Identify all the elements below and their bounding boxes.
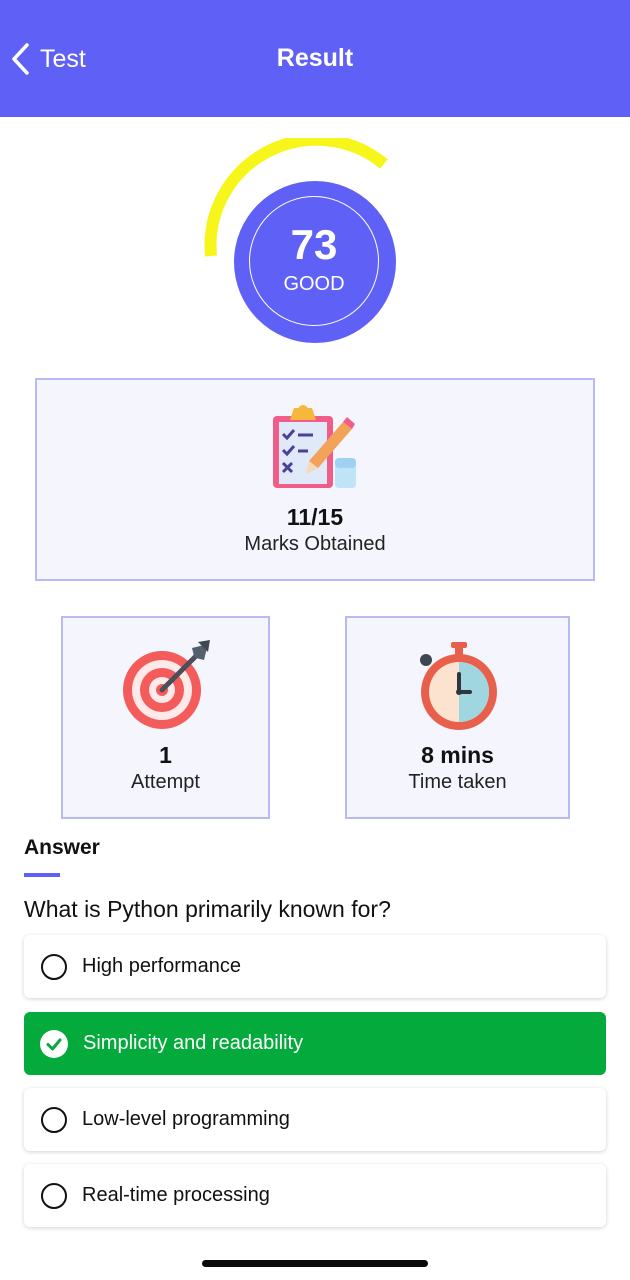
- target-dart-icon: [122, 640, 210, 729]
- answer-option-label: High performance: [82, 955, 241, 977]
- question-text: What is Python primarily known for?: [24, 896, 391, 922]
- marks-label: Marks Obtained: [244, 533, 386, 555]
- time-taken-card: 8 mins Time taken: [345, 616, 570, 819]
- marks-obtained-card: 11/15 Marks Obtained: [35, 378, 595, 581]
- check-circle-icon[interactable]: [40, 1029, 68, 1058]
- attempt-value: 1: [159, 742, 172, 768]
- answer-option-label: Real-time processing: [82, 1184, 270, 1206]
- clipboard-checklist-icon: [273, 405, 356, 488]
- time-value: 8 mins: [421, 742, 494, 768]
- checkmark-icon: [46, 1038, 62, 1050]
- answer-heading: Answer: [24, 836, 100, 859]
- score-inner-ring: 73 GOOD: [249, 196, 379, 326]
- time-label: Time taken: [408, 771, 507, 793]
- radio-unselected-icon[interactable]: [41, 1106, 67, 1133]
- marks-value: 11/15: [286, 504, 344, 530]
- answer-option-label: Simplicity and readability: [83, 1032, 304, 1054]
- answer-option-label: Low-level programming: [82, 1108, 290, 1130]
- answer-option-correct[interactable]: Simplicity and readability: [24, 1012, 606, 1075]
- answer-heading-underline: [24, 873, 60, 877]
- score-label: GOOD: [283, 273, 345, 295]
- attempt-label: Attempt: [131, 771, 200, 793]
- answer-option[interactable]: Low-level programming: [24, 1088, 606, 1151]
- page-title: Result: [276, 44, 354, 72]
- answer-option[interactable]: Real-time processing: [24, 1164, 606, 1227]
- app-header: Test Result: [0, 0, 630, 117]
- home-indicator[interactable]: [202, 1260, 428, 1267]
- stopwatch-icon: [419, 642, 497, 730]
- radio-unselected-icon[interactable]: [41, 1182, 67, 1209]
- radio-unselected-icon[interactable]: [41, 953, 67, 980]
- score-value: 73: [290, 221, 338, 268]
- attempt-card: 1 Attempt: [61, 616, 270, 819]
- answer-option[interactable]: High performance: [24, 935, 606, 998]
- score-circle: 73 GOOD: [234, 181, 396, 343]
